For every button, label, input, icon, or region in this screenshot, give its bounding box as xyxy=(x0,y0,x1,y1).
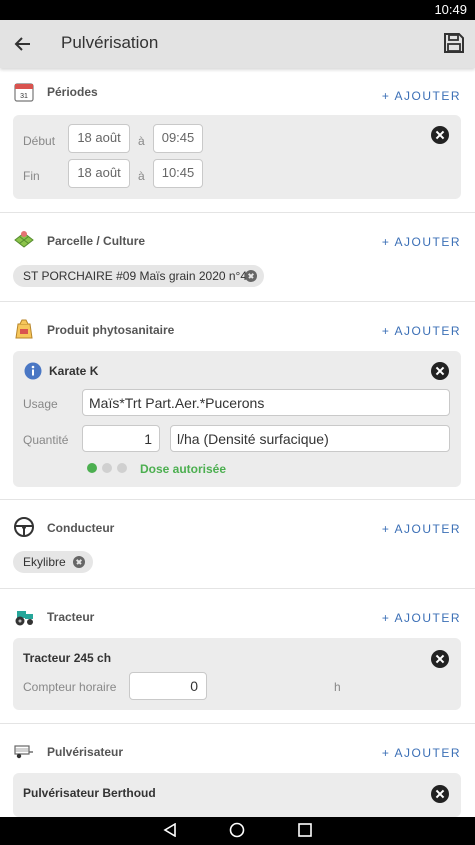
dose-dot xyxy=(117,463,127,473)
tractor-icon xyxy=(15,611,33,626)
section-product: Produit phytosanitaire + AJOUTER Karate … xyxy=(0,301,475,500)
period-card: Début 18 août à 09:45 Fin 18 août à 10:4… xyxy=(13,115,461,199)
product-name: Karate K xyxy=(49,364,99,378)
quantity-field[interactable]: 1 xyxy=(82,425,160,452)
product-card: Karate K Usage Maïs*Trt Part.Aer.*Pucero… xyxy=(13,351,461,487)
nav-back-icon[interactable] xyxy=(163,823,177,837)
product-bag-icon xyxy=(15,319,33,339)
usage-label: Usage xyxy=(23,397,58,411)
save-icon[interactable] xyxy=(443,32,465,54)
remove-period-icon[interactable] xyxy=(431,126,449,144)
counter-label: Compteur horaire xyxy=(23,680,117,694)
periods-title: Périodes xyxy=(47,85,98,99)
tractor-title: Tracteur xyxy=(47,610,95,624)
dose-dot xyxy=(87,463,97,473)
sprayer-icon xyxy=(14,745,33,759)
parcel-title: Parcelle / Culture xyxy=(47,234,146,248)
end-at-label: à xyxy=(138,169,145,183)
sprayer-card: Pulvérisateur Berthoud xyxy=(13,773,461,817)
parcel-chip-label: ST PORCHAIRE #09 Maïs grain 2020 n°4 xyxy=(23,269,248,283)
start-at-label: à xyxy=(138,134,145,148)
driver-title: Conducteur xyxy=(47,521,115,535)
status-bar: 10:49 xyxy=(0,0,475,20)
counter-unit: h xyxy=(334,680,341,694)
end-date-field[interactable]: 18 août xyxy=(68,159,130,188)
section-driver: Conducteur + AJOUTER Ekylibre xyxy=(0,499,475,589)
driver-add-button[interactable]: + AJOUTER xyxy=(382,522,461,536)
steering-wheel-icon xyxy=(14,517,34,537)
parcel-map-icon xyxy=(14,231,34,248)
tractor-name: Tracteur 245 ch xyxy=(23,651,112,665)
parcel-add-button[interactable]: + AJOUTER xyxy=(382,235,461,249)
driver-chip-label: Ekylibre xyxy=(23,555,66,569)
back-arrow-icon[interactable] xyxy=(13,34,33,54)
calendar-icon: 31 xyxy=(14,83,34,102)
usage-field[interactable]: Maïs*Trt Part.Aer.*Pucerons xyxy=(82,389,450,416)
unit-select[interactable]: l/ha (Densité surfacique) xyxy=(170,425,450,452)
section-parcel: Parcelle / Culture + AJOUTER ST PORCHAIR… xyxy=(0,212,475,302)
tractor-card: Tracteur 245 ch Compteur horaire 0 h xyxy=(13,638,461,710)
product-title: Produit phytosanitaire xyxy=(47,323,175,337)
dose-dot xyxy=(102,463,112,473)
remove-sprayer-icon[interactable] xyxy=(431,785,449,803)
section-sprayer: Pulvérisateur + AJOUTER Pulvérisateur Be… xyxy=(0,723,475,817)
counter-field[interactable]: 0 xyxy=(129,672,207,700)
page-title: Pulvérisation xyxy=(61,33,159,52)
start-label: Début xyxy=(23,134,56,148)
sprayer-add-button[interactable]: + AJOUTER xyxy=(382,746,461,760)
form-content: 31 Périodes + AJOUTER Début 18 août à 09… xyxy=(0,68,475,817)
remove-tractor-icon[interactable] xyxy=(431,650,449,668)
nav-recents-icon[interactable] xyxy=(298,823,312,837)
section-periods: 31 Périodes + AJOUTER Début 18 août à 09… xyxy=(0,68,475,213)
sprayer-title: Pulvérisateur xyxy=(47,745,124,759)
nav-bar xyxy=(0,817,475,845)
svg-text:31: 31 xyxy=(20,93,28,100)
dose-indicator xyxy=(87,463,137,473)
app-bar: Pulvérisation xyxy=(0,20,475,68)
info-icon[interactable] xyxy=(24,362,42,380)
quantity-label: Quantité xyxy=(23,433,69,447)
tractor-add-button[interactable]: + AJOUTER xyxy=(382,611,461,625)
product-add-button[interactable]: + AJOUTER xyxy=(382,324,461,338)
sprayer-name: Pulvérisateur Berthoud xyxy=(23,786,156,800)
remove-product-icon[interactable] xyxy=(431,362,449,380)
nav-home-icon[interactable] xyxy=(229,822,245,838)
end-label: Fin xyxy=(23,169,40,183)
remove-driver-icon[interactable] xyxy=(73,556,85,568)
remove-parcel-icon[interactable] xyxy=(245,270,257,282)
driver-chip[interactable]: Ekylibre xyxy=(13,551,93,573)
status-time: 10:49 xyxy=(434,2,467,17)
dose-status: Dose autorisée xyxy=(140,462,227,476)
periods-add-button[interactable]: + AJOUTER xyxy=(382,89,461,103)
parcel-chip[interactable]: ST PORCHAIRE #09 Maïs grain 2020 n°4 xyxy=(13,265,264,287)
start-time-field[interactable]: 09:45 xyxy=(153,124,203,153)
section-tractor: Tracteur + AJOUTER Tracteur 245 ch Compt… xyxy=(0,588,475,724)
start-date-field[interactable]: 18 août xyxy=(68,124,130,153)
end-time-field[interactable]: 10:45 xyxy=(153,159,203,188)
